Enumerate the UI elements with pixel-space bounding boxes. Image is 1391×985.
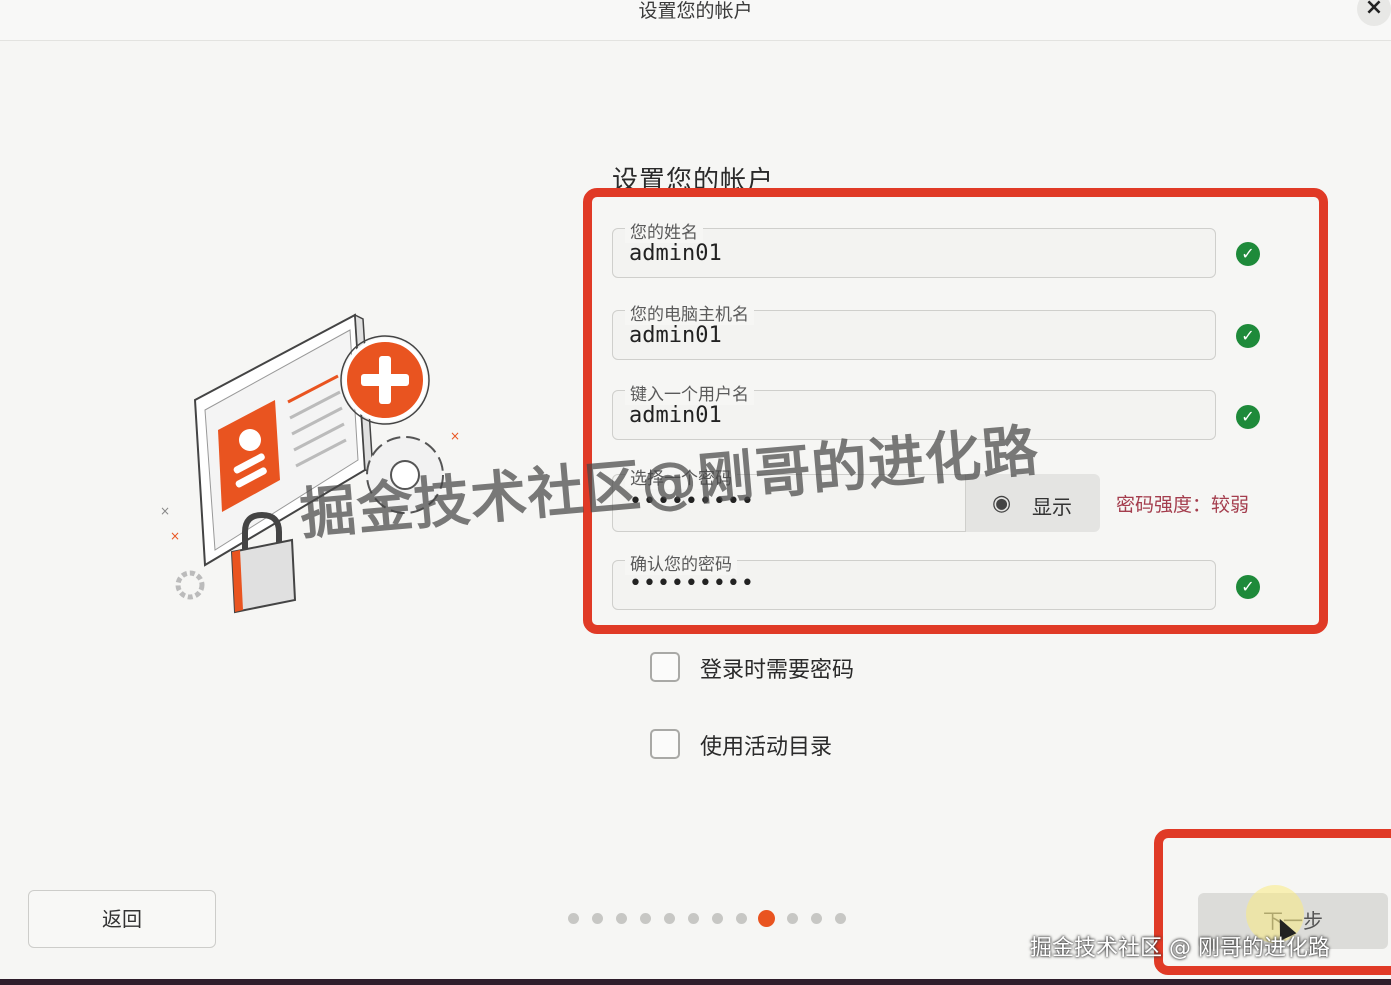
hostname-label: 您的电脑主机名	[625, 300, 754, 325]
name-field[interactable]: 您的姓名 admin01	[612, 218, 1216, 278]
name-label: 您的姓名	[625, 218, 703, 243]
step-dot-current	[758, 910, 775, 927]
name-value: admin01	[629, 241, 722, 266]
watermark-small: 掘金技术社区 @ 刚哥的进化路	[1030, 936, 1330, 961]
step-dot	[712, 913, 723, 924]
step-dot	[835, 913, 846, 924]
hostname-field[interactable]: 您的电脑主机名 admin01	[612, 300, 1216, 360]
small-gear-icon	[175, 570, 205, 600]
step-dot	[640, 913, 651, 924]
username-valid-check-icon: ✓	[1236, 405, 1260, 429]
hostname-valid-check-icon: ✓	[1236, 324, 1260, 348]
name-valid-check-icon: ✓	[1236, 242, 1260, 266]
eye-icon: ◉	[992, 491, 1012, 516]
username-value: admin01	[629, 403, 722, 428]
step-dot	[568, 913, 579, 924]
confirm-password-value: •••••••••	[629, 571, 755, 596]
desktop-edge	[0, 979, 1391, 985]
step-dot	[688, 913, 699, 924]
active-directory-label: 使用活动目录	[700, 735, 833, 760]
require-password-label: 登录时需要密码	[700, 658, 855, 683]
confirm-password-field[interactable]: 确认您的密码 •••••••••	[612, 550, 1216, 610]
step-dot	[616, 913, 627, 924]
hostname-value: admin01	[629, 323, 722, 348]
step-dot	[787, 913, 798, 924]
active-directory-checkbox[interactable]	[650, 729, 680, 759]
show-password-label: 显示	[1032, 495, 1072, 519]
password-strength: 密码强度：较弱	[1116, 494, 1250, 516]
page-heading: 设置您的帐户	[612, 166, 775, 196]
svg-text:×: ×	[450, 429, 460, 443]
window-title: 设置您的帐户	[638, 0, 753, 22]
plus-icon	[340, 335, 430, 425]
step-dot	[664, 913, 675, 924]
svg-text:×: ×	[160, 504, 170, 518]
confirm-valid-check-icon: ✓	[1236, 575, 1260, 599]
back-button[interactable]: 返回	[28, 890, 216, 948]
step-dot	[811, 913, 822, 924]
step-dot	[736, 913, 747, 924]
require-password-checkbox[interactable]	[650, 652, 680, 682]
title-bar: 设置您的帐户 ×	[0, 0, 1391, 41]
installer-window: 设置您的帐户 × × × × 设置您的帐户 您的姓名 admin01 ✓ 您的电…	[0, 0, 1391, 985]
step-dot	[592, 913, 603, 924]
username-label: 键入一个用户名	[625, 380, 754, 405]
svg-text:×: ×	[170, 529, 180, 543]
